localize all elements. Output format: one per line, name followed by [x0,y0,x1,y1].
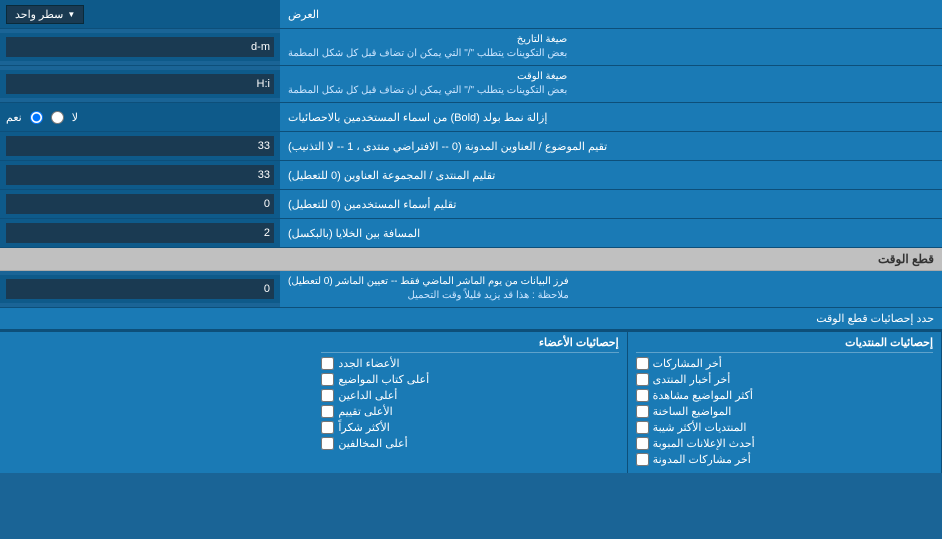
cutoff-field[interactable] [6,279,274,299]
cutoff-title-text: قطع الوقت [878,252,934,266]
bold-remove-row: إزالة نمط بولد (Bold) من اسماء المستخدمي… [0,103,942,132]
usernames-trim-title: تقليم أسماء المستخدمين (0 للتعطيل) [288,198,456,211]
cb-last-forum-news: أخر أخبار المنتدى [636,373,933,386]
header-input: ▼ سطر واحد [0,0,280,28]
cutoff-section-title: قطع الوقت [0,248,942,271]
main-container: العرض ▼ سطر واحد صيغة التاريخ بعض التكوي… [0,0,942,473]
time-format-row: صيغة الوقت بعض التكوينات يتطلب "/" التي … [0,66,942,103]
cell-spacing-label: المسافة بين الخلايا (بالبكسل) [280,219,942,247]
forum-order-field[interactable] [6,165,274,185]
dropdown-label: سطر واحد [15,8,63,21]
radio-no[interactable] [51,111,64,124]
cb-top-rated: الأعلى تقييم [321,405,618,418]
cb-new-members: الأعضاء الجدد [321,357,618,370]
header-row: العرض ▼ سطر واحد [0,0,942,29]
empty-column [0,332,313,473]
limit-section: حدد إحصائيات قطع الوقت [0,308,942,330]
cb-last-blog-posts: أخر مشاركات المدونة [636,453,933,466]
cb-most-thanks-input[interactable] [321,421,334,434]
cb-top-inviters: أعلى الداعين [321,389,618,402]
cutoff-note: ملاحظة : هذا قد يزيد قليلاً وقت التحميل [288,289,569,303]
bold-remove-label: إزالة نمط بولد (Bold) من اسماء المستخدمي… [280,103,942,131]
display-dropdown[interactable]: ▼ سطر واحد [6,5,84,24]
cutoff-row: فرز البيانات من يوم الماشر الماضي فقط --… [0,271,942,308]
bold-remove-title: إزالة نمط بولد (Bold) من اسماء المستخدمي… [288,111,547,124]
bold-remove-input: لا نعم [0,103,280,131]
cutoff-main-label: فرز البيانات من يوم الماشر الماضي فقط --… [288,275,569,289]
cell-spacing-title: المسافة بين الخلايا (بالبكسل) [288,227,420,240]
cb-top-inviters-input[interactable] [321,389,334,402]
cb-latest-classifieds: أحدث الإعلانات المبوبة [636,437,933,450]
cb-latest-classifieds-input[interactable] [636,437,649,450]
usernames-trim-input-container [0,190,280,218]
time-format-title: صيغة الوقت [288,70,567,84]
forum-order-title: تقليم المنتدى / المجموعة العناوين (0 للت… [288,169,495,182]
date-format-input-container [0,33,280,61]
cb-most-popular: المنتديات الأكثر شيبة [636,421,933,434]
cb-top-violators-input[interactable] [321,437,334,450]
cb-top-topic-writers: أعلى كتاب المواضيع [321,373,618,386]
time-format-input-container [0,70,280,98]
cb-new-members-input[interactable] [321,357,334,370]
forum-stats-header: إحصائيات المنتديات [636,336,933,353]
cb-last-forum-news-input[interactable] [636,373,649,386]
radio-no-label: لا [72,111,78,124]
date-format-row: صيغة التاريخ بعض التكوينات يتطلب "/" الت… [0,29,942,66]
forum-order-label: تقليم المنتدى / المجموعة العناوين (0 للت… [280,161,942,189]
radio-yes[interactable] [30,111,43,124]
cell-spacing-input-container [0,219,280,247]
date-format-note: بعض التكوينات يتطلب "/" التي يمكن ان تضا… [288,47,567,61]
cb-top-topic-writers-input[interactable] [321,373,334,386]
usernames-trim-field[interactable] [6,194,274,214]
chevron-down-icon: ▼ [67,10,75,19]
cutoff-label: فرز البيانات من يوم الماشر الماضي فقط --… [280,271,942,307]
cb-hot-topics-input[interactable] [636,405,649,418]
topic-order-input-container [0,132,280,160]
time-format-field[interactable] [6,74,274,94]
date-format-label: صيغة التاريخ بعض التكوينات يتطلب "/" الت… [280,29,942,65]
cutoff-input-container [0,275,280,303]
radio-yes-label: نعم [6,111,22,124]
cb-most-viewed-input[interactable] [636,389,649,402]
limit-label-text: حدد إحصائيات قطع الوقت [816,313,934,325]
date-format-title: صيغة التاريخ [288,33,567,47]
cb-last-posts-input[interactable] [636,357,649,370]
cb-most-popular-input[interactable] [636,421,649,434]
cb-hot-topics: المواضيع الساخنة [636,405,933,418]
date-format-field[interactable] [6,37,274,57]
cb-most-thanks: الأكثر شكراً [321,421,618,434]
topic-order-row: تقيم الموضوع / العناوين المدونة (0 -- ال… [0,132,942,161]
cell-spacing-row: المسافة بين الخلايا (بالبكسل) [0,219,942,248]
checkboxes-section: إحصائيات المنتديات أخر المشاركات أخر أخب… [0,330,942,473]
bold-radio-group: لا نعم [6,111,78,124]
cb-last-blog-posts-input[interactable] [636,453,649,466]
topic-order-label: تقيم الموضوع / العناوين المدونة (0 -- ال… [280,132,942,160]
time-format-note: بعض التكوينات يتطلب "/" التي يمكن ان تضا… [288,84,567,98]
member-stats-header: إحصائيات الأعضاء [321,336,618,353]
time-format-label: صيغة الوقت بعض التكوينات يتطلب "/" التي … [280,66,942,102]
cb-top-rated-input[interactable] [321,405,334,418]
header-label: العرض [280,0,942,28]
cb-top-violators: أعلى المخالفين [321,437,618,450]
forum-order-row: تقليم المنتدى / المجموعة العناوين (0 للت… [0,161,942,190]
usernames-trim-row: تقليم أسماء المستخدمين (0 للتعطيل) [0,190,942,219]
cell-spacing-field[interactable] [6,223,274,243]
header-title: العرض [288,8,319,21]
forum-stats-column: إحصائيات المنتديات أخر المشاركات أخر أخب… [628,332,942,473]
topic-order-field[interactable] [6,136,274,156]
cb-last-posts: أخر المشاركات [636,357,933,370]
cb-most-viewed: أكثر المواضيع مشاهدة [636,389,933,402]
member-stats-column: إحصائيات الأعضاء الأعضاء الجدد أعلى كتاب… [313,332,627,473]
forum-order-input-container [0,161,280,189]
topic-order-title: تقيم الموضوع / العناوين المدونة (0 -- ال… [288,140,607,153]
usernames-trim-label: تقليم أسماء المستخدمين (0 للتعطيل) [280,190,942,218]
